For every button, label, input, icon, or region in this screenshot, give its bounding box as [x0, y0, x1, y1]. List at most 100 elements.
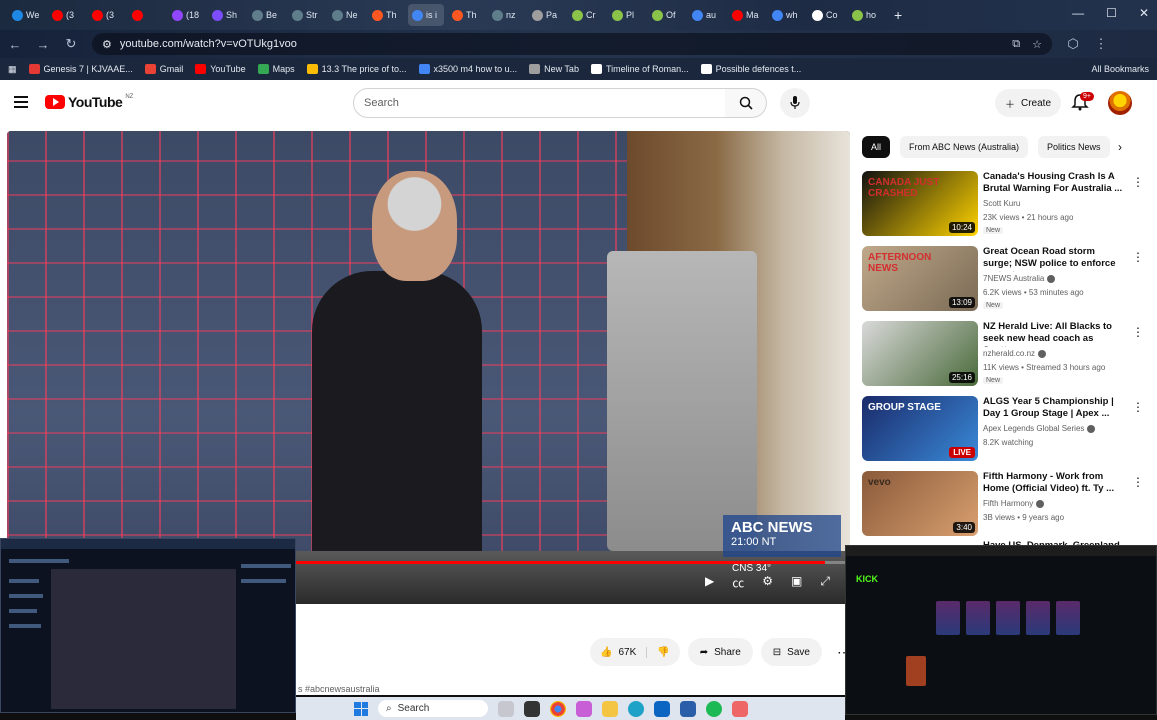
recommendation-channel[interactable]: Scott Kuru [983, 199, 1020, 208]
app-icon[interactable] [706, 700, 722, 717]
recommendation-item[interactable]: vevo 3:40 Fifth Harmony - Work from Home (… [862, 471, 1152, 546]
task-view-icon[interactable] [524, 700, 540, 717]
more-options-icon[interactable]: ⋮ [1132, 400, 1144, 414]
browser-tab[interactable] [128, 4, 164, 26]
browser-tab[interactable]: is i [408, 4, 444, 26]
bookmark-star-icon[interactable]: ☆ [1032, 38, 1042, 51]
taskbar-search[interactable]: ⌕ Search [378, 700, 488, 717]
minimize-icon[interactable]: — [1072, 6, 1084, 20]
edge-icon[interactable] [628, 700, 644, 717]
search-input[interactable]: Search [353, 88, 726, 118]
share-button[interactable]: ➦ Share [687, 638, 753, 666]
video-thumbnail[interactable]: AFTERNOON NEWS 13:09 [862, 246, 978, 311]
autoplay-icon[interactable]: ▶ [705, 574, 714, 591]
browser-tab[interactable]: (18 [168, 4, 204, 26]
widgets-icon[interactable] [498, 700, 514, 717]
address-bar[interactable]: ⚙ youtube.com/watch?v=vOTUkg1voo ⧉ ☆ [92, 33, 1052, 55]
more-options-icon[interactable]: ⋮ [1132, 325, 1144, 339]
close-icon[interactable]: ✕ [1139, 6, 1149, 20]
fullscreen-icon[interactable]: ⤢ [820, 574, 830, 591]
chip-filter[interactable]: All [862, 136, 891, 158]
account-avatar[interactable] [1108, 91, 1132, 115]
captions-icon[interactable]: ㏄ [732, 574, 744, 591]
more-options-icon[interactable]: ⋮ [1132, 475, 1144, 489]
app-icon[interactable] [680, 700, 696, 717]
video-thumbnail[interactable]: GROUP STAGE LIVE [862, 396, 978, 461]
forward-icon[interactable]: → [36, 37, 50, 52]
browser-tab[interactable]: Be [248, 4, 284, 26]
save-button[interactable]: ⊟ Save [760, 638, 822, 666]
browser-tab[interactable]: wh [768, 4, 804, 26]
recommendation-item[interactable]: AFTERNOON NEWS 13:09 Great Ocean Road stor… [862, 246, 1152, 321]
video-thumbnail[interactable]: CANADA JUST CRASHED 10:24 [862, 171, 978, 236]
recommendation-title[interactable]: NZ Herald Live: All Blacks to seek new h… [983, 321, 1123, 347]
browser-tab[interactable]: Th [368, 4, 404, 26]
app-icon[interactable] [654, 700, 670, 717]
new-tab-button[interactable]: + [894, 7, 902, 23]
recommendation-channel[interactable]: 7NEWS Australia [983, 274, 1056, 283]
recommendation-title[interactable]: Great Ocean Road storm surge; NSW police… [983, 246, 1123, 272]
browser-tab[interactable]: Co [808, 4, 844, 26]
dislike-button[interactable]: 👎 [647, 647, 679, 658]
chevron-right-icon[interactable]: › [1118, 140, 1122, 154]
bookmark-item[interactable]: Timeline of Roman... [590, 64, 689, 74]
browser-tab[interactable]: Of [648, 4, 684, 26]
extensions-icon[interactable]: ⬡ [1066, 36, 1080, 52]
recommendation-channel[interactable]: Fifth Harmony [983, 499, 1045, 508]
browser-tab[interactable]: Sh [208, 4, 244, 26]
more-options-icon[interactable]: ⋮ [1132, 250, 1144, 264]
bookmark-item[interactable]: Maps [257, 64, 295, 74]
bookmark-item[interactable]: Possible defences t... [700, 64, 801, 74]
description-hashtags[interactable]: s #abcnewsaustralia [298, 684, 380, 694]
bookmark-item[interactable]: Genesis 7 | KJVAAE... [28, 64, 133, 74]
miniplayer-icon[interactable]: ▣ [791, 574, 802, 591]
voice-search-button[interactable] [780, 88, 810, 118]
recommendation-title[interactable]: ALGS Year 5 Championship | Day 1 Group S… [983, 396, 1123, 422]
settings-icon[interactable]: ⚙ [762, 574, 773, 591]
recommendation-channel[interactable]: nzherald.co.nz [983, 349, 1047, 358]
create-button[interactable]: ＋ Create [995, 89, 1062, 117]
search-button[interactable] [725, 88, 767, 118]
video-thumbnail[interactable]: vevo 3:40 [862, 471, 978, 536]
recommendation-item[interactable]: 25:16 NZ Herald Live: All Blacks to seek … [862, 321, 1152, 396]
maximize-icon[interactable]: ☐ [1106, 6, 1117, 20]
youtube-logo[interactable]: YouTube NZ [45, 94, 133, 110]
browser-tab[interactable]: ho [848, 4, 884, 26]
app-icon[interactable] [576, 700, 592, 717]
recommendation-item[interactable]: CANADA JUST CRASHED 10:24 Canada's Housing… [862, 171, 1152, 246]
browser-tab[interactable]: nz [488, 4, 524, 26]
site-info-icon[interactable]: ⚙ [102, 38, 112, 51]
bookmark-item[interactable]: 13.3 The price of to... [306, 64, 407, 74]
recommendation-channel[interactable]: Apex Legends Global Series [983, 424, 1096, 433]
chip-filter[interactable]: Politics News [1038, 136, 1110, 158]
browser-tab[interactable]: We [8, 4, 44, 26]
video-thumbnail[interactable]: 25:16 [862, 321, 978, 386]
recommendation-title[interactable]: Fifth Harmony - Work from Home (Official… [983, 471, 1123, 497]
browser-tab[interactable]: (3 [88, 4, 124, 26]
browser-tab[interactable]: Pl [608, 4, 644, 26]
browser-tab[interactable]: Cr [568, 4, 604, 26]
apps-icon[interactable]: ▦ [8, 64, 17, 75]
browser-tab[interactable]: Ma [728, 4, 764, 26]
windows-start-icon[interactable] [354, 701, 368, 716]
more-options-icon[interactable]: ⋮ [1132, 175, 1144, 189]
menu-icon[interactable]: ⋮ [1094, 36, 1108, 52]
menu-icon[interactable] [14, 96, 28, 108]
file-explorer-icon[interactable] [602, 700, 618, 717]
bookmark-item[interactable]: New Tab [529, 64, 579, 74]
back-icon[interactable]: ← [8, 37, 22, 52]
bookmark-item[interactable]: YouTube [195, 64, 246, 74]
chip-filter[interactable]: From ABC News (Australia) [900, 136, 1029, 158]
video-player[interactable]: ABC NEWS 21:00 NT CNS 34° ▶ ㏄ ⚙ ▣ ⤢ [7, 131, 850, 604]
like-button[interactable]: 👍 67K [590, 646, 648, 658]
browser-tab[interactable]: au [688, 4, 724, 26]
bookmark-item[interactable]: x3500 m4 how to u... [418, 64, 517, 74]
browser-tab[interactable]: (3 [48, 4, 84, 26]
install-icon[interactable]: ⧉ [1012, 38, 1020, 51]
browser-tab[interactable]: Pa [528, 4, 564, 26]
browser-tab[interactable]: Str [288, 4, 324, 26]
chrome-icon[interactable] [550, 700, 566, 717]
reload-icon[interactable]: ↻ [64, 36, 78, 52]
app-icon[interactable] [732, 700, 748, 717]
recommendation-title[interactable]: Canada's Housing Crash Is A Brutal Warni… [983, 171, 1123, 197]
